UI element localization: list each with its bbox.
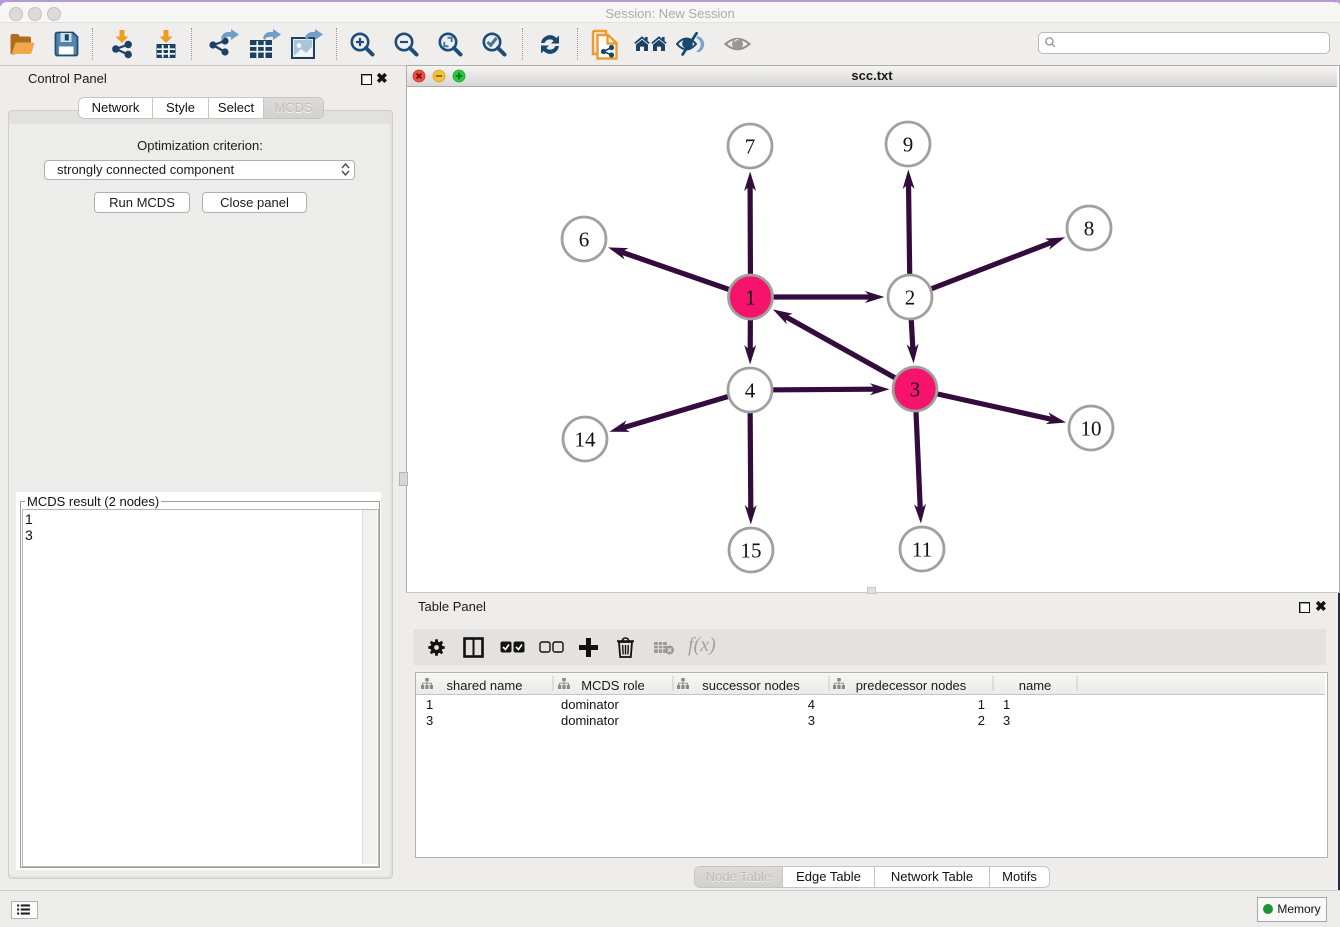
- svg-text:1: 1: [745, 286, 756, 310]
- svg-text:9: 9: [903, 133, 914, 157]
- svg-text:15: 15: [741, 539, 762, 563]
- svg-text:4: 4: [745, 379, 756, 403]
- svg-text:14: 14: [575, 428, 597, 452]
- svg-text:11: 11: [912, 538, 932, 562]
- svg-text:8: 8: [1084, 217, 1095, 241]
- svg-text:7: 7: [745, 135, 756, 159]
- svg-text:10: 10: [1081, 417, 1102, 441]
- svg-text:3: 3: [910, 378, 921, 402]
- svg-text:2: 2: [905, 286, 916, 310]
- svg-text:6: 6: [579, 228, 590, 252]
